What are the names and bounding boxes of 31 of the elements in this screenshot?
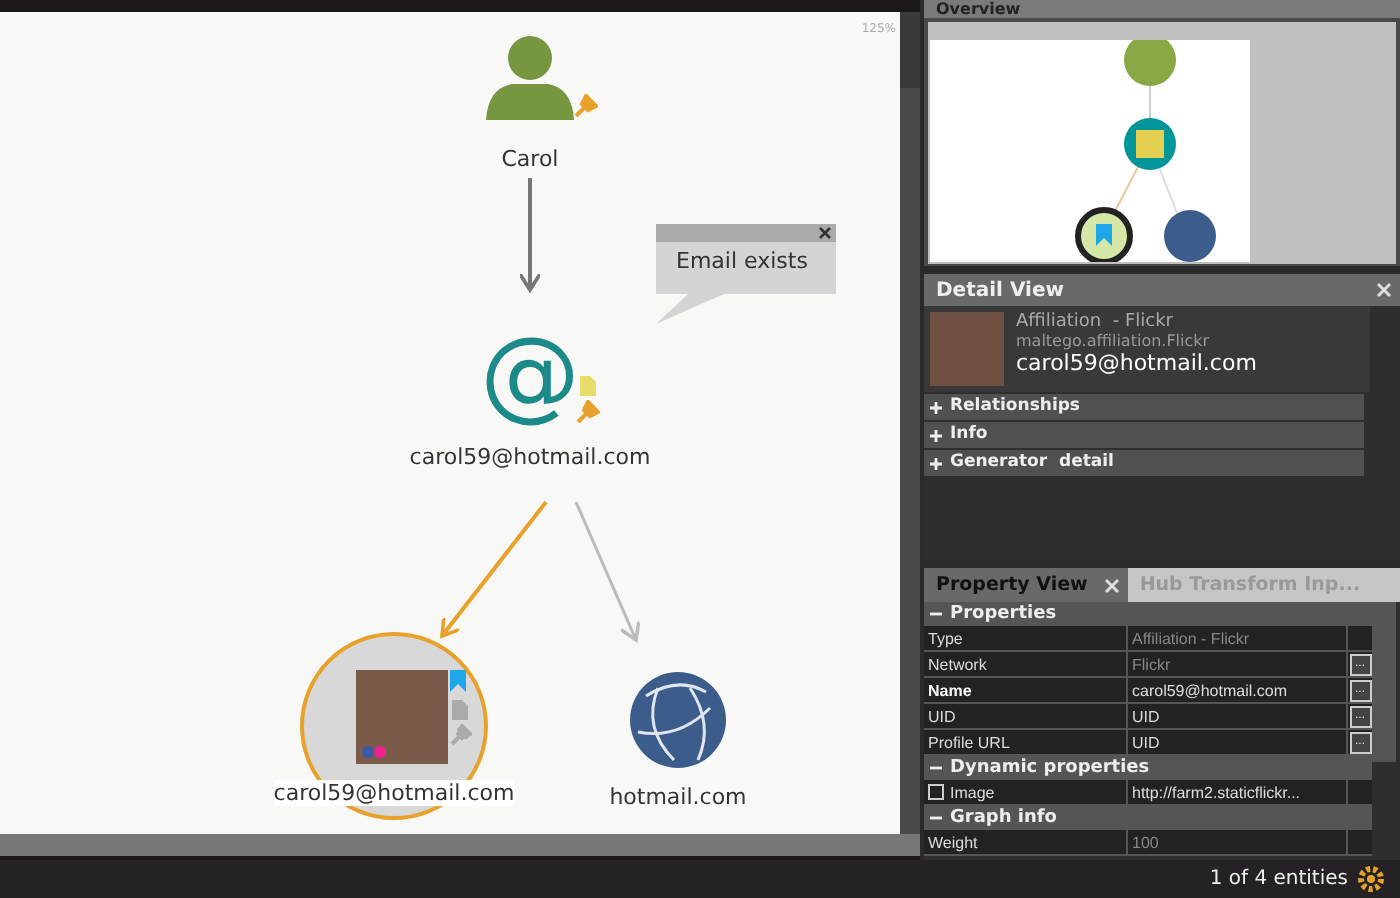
property-name: Network: [928, 655, 987, 673]
entity-count: 1 of 4 entities: [1209, 868, 1348, 890]
property-value[interactable]: http://farm2.staticflickr...: [1132, 783, 1301, 801]
entity-type-id: maltego.affiliation.Flickr: [1016, 332, 1212, 350]
section-header[interactable]: Relationships: [924, 394, 1364, 420]
group-header[interactable]: Graph info: [924, 806, 1372, 830]
section-header[interactable]: Info: [924, 422, 1364, 448]
property-name: Image: [950, 783, 995, 801]
entity-type: Affiliation - Flickr: [1016, 312, 1175, 332]
property-name: UID: [928, 707, 956, 725]
node-label: Carol: [501, 146, 559, 173]
entity-value: carol59@hotmail.com: [1016, 350, 1257, 376]
property-value[interactable]: UID: [1132, 707, 1160, 725]
group-header[interactable]: Dynamic properties: [924, 756, 1372, 780]
property-value[interactable]: UID: [1132, 733, 1160, 751]
node-label: hotmail.com: [609, 784, 747, 811]
note-text: Email exists: [676, 248, 808, 275]
property-name: Name: [928, 681, 972, 699]
section-header[interactable]: Generator detail: [924, 450, 1364, 476]
property-value[interactable]: carol59@hotmail.com: [1132, 681, 1287, 699]
node-label: carol59@hotmail.com: [273, 780, 515, 807]
property-value[interactable]: 100: [1132, 833, 1159, 851]
property-name: Type: [928, 629, 963, 647]
node-label: carol59@hotmail.com: [409, 444, 651, 471]
panel-title: Overview: [936, 2, 1021, 18]
panel-title: Detail View: [936, 279, 1064, 301]
property-name: Profile URL: [928, 733, 1010, 751]
property-value[interactable]: Affiliation - Flickr: [1132, 629, 1250, 647]
property-value[interactable]: Flickr: [1132, 655, 1171, 673]
group-header[interactable]: Properties: [924, 602, 1372, 626]
property-name: Weight: [928, 833, 978, 851]
